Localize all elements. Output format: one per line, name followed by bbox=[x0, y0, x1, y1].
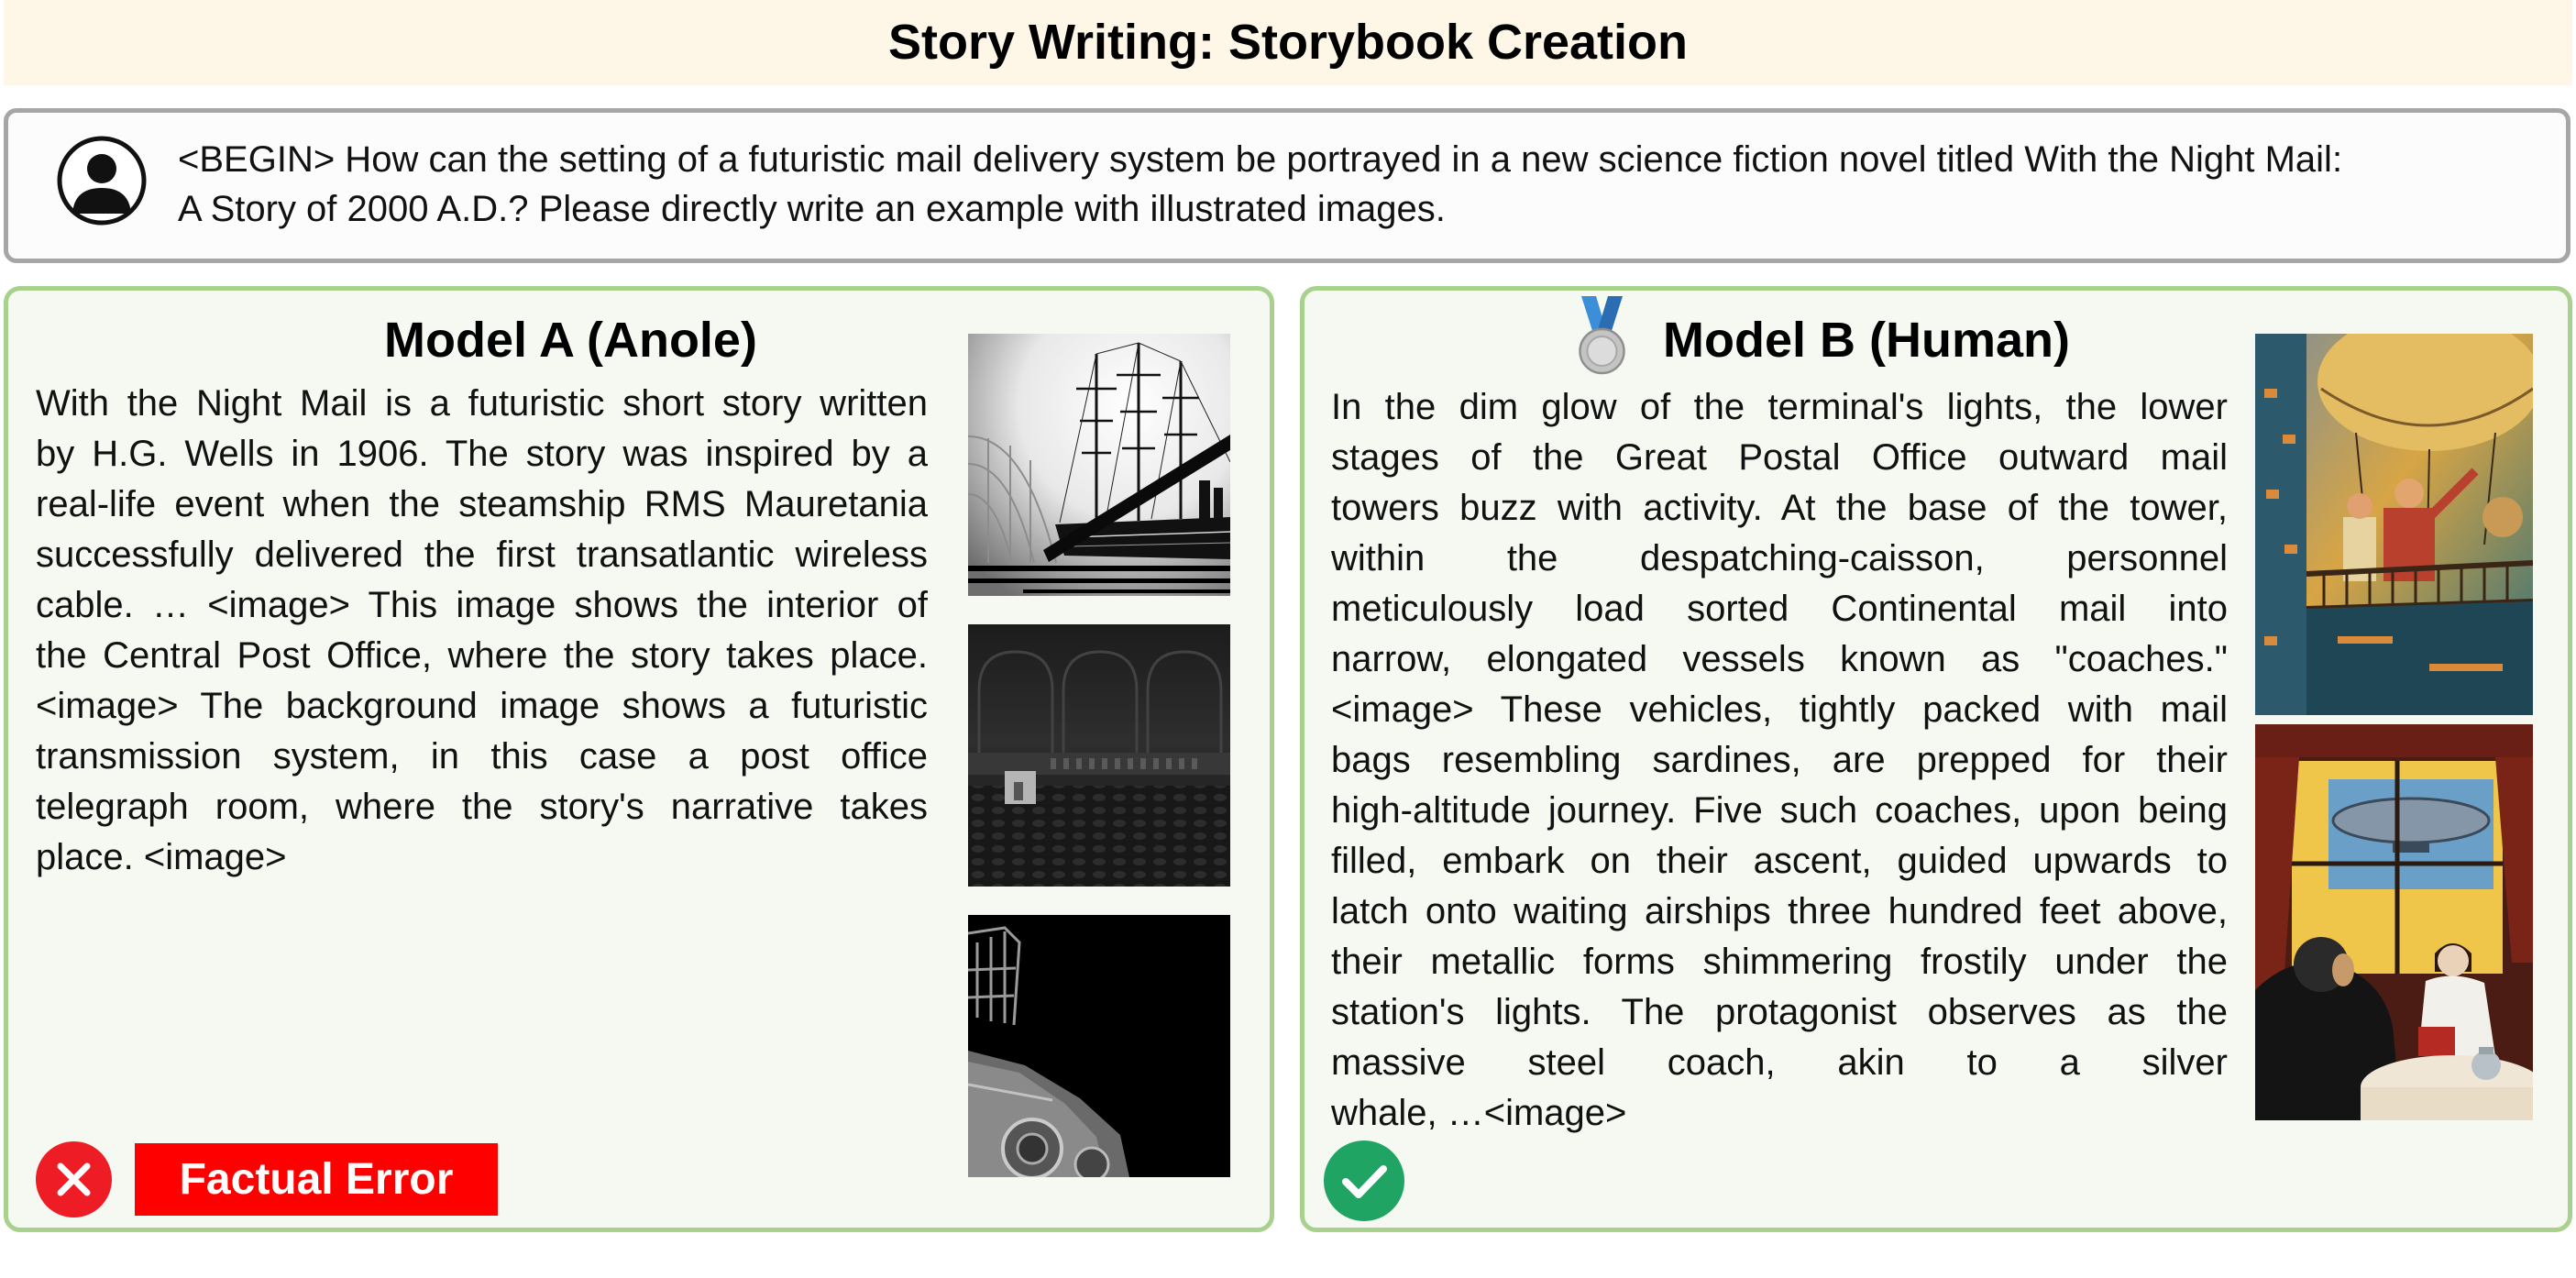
story-line: high-altitude journey. Five such coaches… bbox=[1331, 790, 2228, 831]
page-title: Story Writing: Storybook Creation bbox=[887, 15, 1689, 70]
factual-error-badge: Factual Error bbox=[135, 1143, 498, 1216]
user-avatar-icon bbox=[57, 136, 147, 226]
story-line: real-life event when the steamship RMS M… bbox=[36, 484, 928, 524]
user-prompt-box: <BEGIN> How can the setting of a futuris… bbox=[4, 108, 2570, 263]
story-illustration-transmission-machine bbox=[968, 915, 1230, 1177]
story-line: massive steel coach, akin to a silver bbox=[1331, 1042, 2228, 1083]
prompt-line: A Story of 2000 A.D.? Please directly wr… bbox=[178, 189, 1446, 229]
title-banner: Story Writing: Storybook Creation bbox=[4, 0, 2572, 85]
model-a-panel: Model A (Anole) With the Night Mail is a… bbox=[4, 286, 1274, 1232]
story-line: latch onto waiting airships three hundre… bbox=[1331, 891, 2228, 931]
model-a-story-text: With the Night Mail is a futuristic shor… bbox=[36, 379, 928, 883]
story-line: telegraph room, where the story's narrat… bbox=[36, 787, 928, 827]
model-b-story-text: In the dim glow of the terminal's lights… bbox=[1331, 382, 2228, 1139]
story-line: filled, embark on their ascent, guided u… bbox=[1331, 841, 2228, 881]
story-illustration-ship bbox=[968, 334, 1230, 596]
story-line: In the dim glow of the terminal's lights… bbox=[1331, 387, 2228, 427]
story-line: place. <image> bbox=[36, 837, 287, 877]
story-line: successfully delivered the first transat… bbox=[36, 534, 928, 575]
story-line: narrow, elongated vessels known as "coac… bbox=[1331, 639, 2228, 679]
story-line: cable. … <image> This image shows the in… bbox=[36, 585, 928, 625]
story-line: meticulously load sorted Continental mai… bbox=[1331, 589, 2228, 629]
story-line: With the Night Mail is a futuristic shor… bbox=[36, 383, 928, 424]
story-line: by H.G. Wells in 1906. The story was ins… bbox=[36, 434, 928, 474]
story-illustration-post-office-interior bbox=[968, 624, 1230, 887]
story-line: transmission system, in this case a post… bbox=[36, 736, 928, 777]
story-line: station's lights. The protagonist observ… bbox=[1331, 992, 2228, 1032]
story-line: <image> These vehicles, tightly packed w… bbox=[1331, 689, 2228, 730]
story-line: bags resembling sardines, are prepped fo… bbox=[1331, 740, 2228, 780]
prompt-text: <BEGIN> How can the setting of a futuris… bbox=[178, 135, 2342, 234]
check-circle-icon bbox=[1324, 1140, 1404, 1221]
prompt-line: <BEGIN> How can the setting of a futuris… bbox=[178, 139, 2343, 180]
model-b-title: Model B (Human) bbox=[1663, 313, 2070, 368]
story-line: <image> The background image shows a fut… bbox=[36, 686, 928, 726]
story-line: stages of the Great Postal Office outwar… bbox=[1331, 437, 2228, 478]
story-illustration-window-airship bbox=[2255, 724, 2533, 1120]
model-a-title: Model A (Anole) bbox=[384, 313, 757, 368]
story-line: towers buzz with activity. At the base o… bbox=[1331, 488, 2228, 528]
second-place-medal-icon bbox=[1579, 296, 1625, 375]
story-line: within the despatching-caisson, personne… bbox=[1331, 538, 2228, 578]
story-line: the Central Post Office, where the story… bbox=[36, 635, 928, 676]
x-circle-icon bbox=[36, 1141, 112, 1217]
story-line: their metallic forms shimmering frostily… bbox=[1331, 942, 2228, 982]
story-line: whale, …<image> bbox=[1331, 1093, 1627, 1133]
figure-page: Story Writing: Storybook Creation <BEGIN… bbox=[0, 0, 2576, 1278]
story-illustration-airship-platform bbox=[2255, 334, 2533, 715]
model-b-panel: Model B (Human) In the dim glow of the t… bbox=[1300, 286, 2572, 1232]
